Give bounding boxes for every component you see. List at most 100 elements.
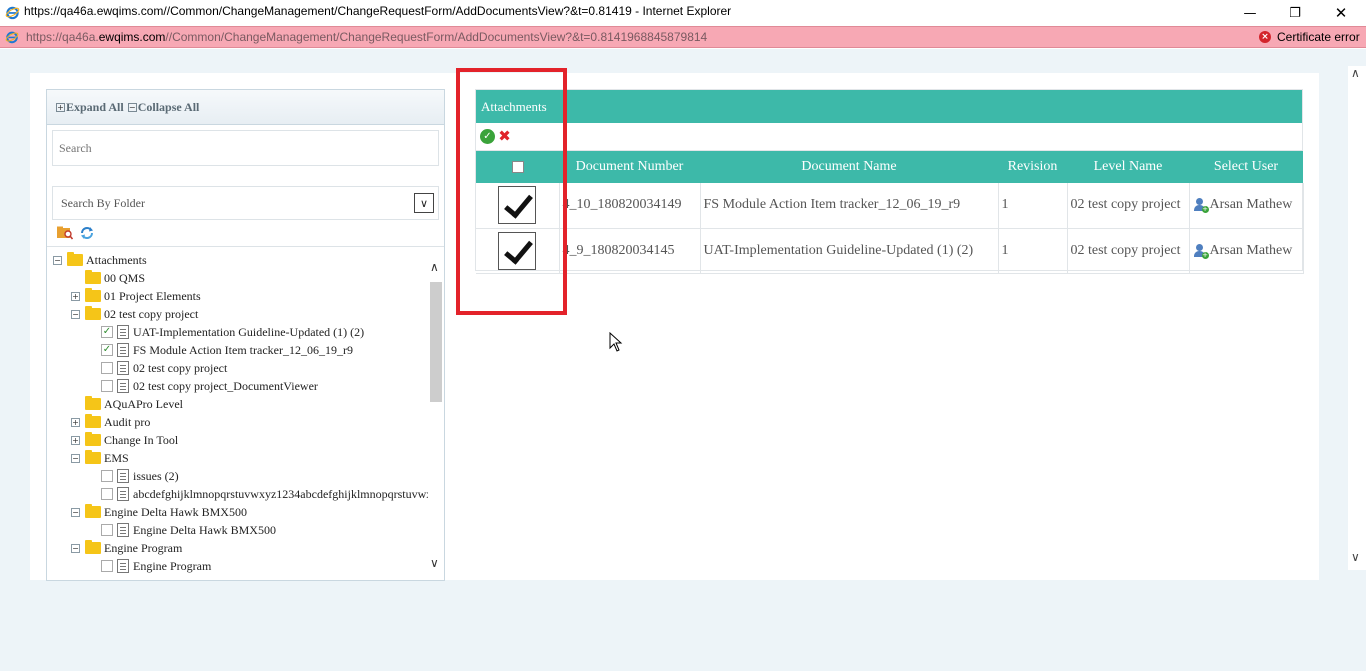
collapse-all-link[interactable]: Collapse All: [138, 100, 200, 115]
address-url[interactable]: https://qa46a.ewqims.com//Common/ChangeM…: [26, 30, 707, 44]
tree-item[interactable]: 00 QMS: [53, 269, 428, 287]
chevron-down-icon[interactable]: ∨: [414, 193, 434, 213]
row-checkbox[interactable]: [498, 231, 537, 270]
collapse-all-icon[interactable]: −: [127, 102, 137, 112]
tree-item[interactable]: abcdefghijklmnopqrstuvwxyz1234abcdefghij…: [53, 485, 428, 503]
search-input[interactable]: [52, 130, 439, 166]
user-selector[interactable]: + Arsan Mathew: [1193, 243, 1303, 259]
remove-icon[interactable]: ✖: [497, 129, 512, 144]
scroll-down-icon[interactable]: ∨: [430, 556, 439, 570]
column-header-select-user[interactable]: Select User: [1189, 151, 1303, 183]
collapse-node-icon[interactable]: −: [53, 255, 62, 265]
expand-all-link[interactable]: Expand All: [66, 100, 124, 115]
tree-item-checkbox[interactable]: ✓: [101, 344, 113, 356]
tree-item-checkbox[interactable]: [101, 362, 113, 374]
level-name-cell: 02 test copy project: [1067, 183, 1190, 229]
tree-item-checkbox[interactable]: [101, 380, 113, 392]
user-selector[interactable]: + Arsan Mathew: [1193, 197, 1303, 214]
tree-item[interactable]: + Change In Tool: [53, 431, 428, 449]
minimize-button[interactable]: —: [1227, 0, 1273, 26]
tree-item[interactable]: − 02 test copy project: [53, 305, 428, 323]
page-scrollbar[interactable]: ∧ ∨: [1348, 66, 1366, 570]
tree-item[interactable]: AQuAPro Level: [53, 395, 428, 413]
select-user-cell[interactable]: + Arsan Mathew: [1189, 183, 1304, 229]
tree-item[interactable]: − EMS: [53, 449, 428, 467]
refresh-icon[interactable]: [79, 226, 95, 240]
document-number-cell: 4_10_180820034149: [559, 183, 701, 229]
folder-icon: [85, 432, 101, 446]
window-title-bar: https://qa46a.ewqims.com//Common/ChangeM…: [0, 0, 1366, 26]
collapse-node-icon[interactable]: −: [71, 453, 80, 463]
column-header-document-name[interactable]: Document Name: [700, 151, 998, 183]
scroll-up-icon[interactable]: ∧: [430, 260, 439, 274]
tree-item[interactable]: − Engine Delta Hawk BMX500: [53, 503, 428, 521]
document-name-cell: FS Module Action Item tracker_12_06_19_r…: [700, 183, 999, 229]
add-user-icon[interactable]: +: [1193, 243, 1209, 259]
column-header-level-name[interactable]: Level Name: [1067, 151, 1189, 183]
tree-item-checkbox[interactable]: [101, 560, 113, 572]
select-user-cell[interactable]: + Arsan Mathew: [1189, 228, 1304, 274]
grid-toolbar: ✓ ✖: [476, 123, 1302, 151]
tree-item[interactable]: 02 test copy project: [53, 359, 428, 377]
close-window-button[interactable]: ✕: [1318, 0, 1364, 26]
scroll-up-icon[interactable]: ∧: [1351, 66, 1360, 80]
tree-item-label: Attachments: [86, 252, 147, 267]
tree-item[interactable]: +01 Project Elements: [53, 287, 428, 305]
row-checkbox[interactable]: [498, 186, 537, 225]
tree-item[interactable]: − Engine Program: [53, 539, 428, 557]
folder-icon: [67, 252, 83, 266]
column-header-revision[interactable]: Revision: [998, 151, 1067, 183]
search-by-folder-select[interactable]: Search By Folder ∨: [52, 186, 439, 220]
certificate-error-button[interactable]: × Certificate error: [1259, 30, 1360, 44]
tree-item[interactable]: Engine Program: [53, 557, 428, 575]
tree-scrollbar[interactable]: ∧ ∨: [428, 260, 444, 576]
folder-select-value: Search By Folder: [61, 195, 145, 210]
approve-icon[interactable]: ✓: [480, 129, 495, 144]
column-header-document-number[interactable]: Document Number: [559, 151, 700, 183]
scroll-down-icon[interactable]: ∨: [1351, 550, 1360, 564]
folder-icon: [85, 288, 101, 302]
collapse-node-icon[interactable]: −: [71, 507, 80, 517]
tree-item-label: Engine Delta Hawk BMX500: [104, 504, 247, 519]
tree-item-checkbox[interactable]: [101, 524, 113, 536]
table-row[interactable]: 4_9_180820034145 UAT-Implementation Guid…: [476, 228, 1304, 274]
select-all-checkbox[interactable]: [511, 160, 524, 173]
tree-item-label: issues (2): [133, 468, 179, 483]
table-row[interactable]: 4_10_180820034149 FS Module Action Item …: [476, 183, 1304, 229]
tree-item-checkbox[interactable]: [101, 488, 113, 500]
tree-item-checkbox[interactable]: [101, 470, 113, 482]
expand-node-icon[interactable]: +: [71, 291, 80, 301]
add-user-icon[interactable]: +: [1193, 197, 1209, 214]
tree-scroll-thumb[interactable]: [430, 282, 442, 402]
expand-node-icon[interactable]: +: [71, 417, 80, 427]
collapse-node-icon[interactable]: −: [71, 543, 80, 553]
tree-item-label: Change In Tool: [104, 432, 179, 447]
tree-item-label: 00 QMS: [104, 270, 146, 285]
tree-item[interactable]: 02 test copy project_DocumentViewer: [53, 377, 428, 395]
tree-item-label: 02 test copy project: [133, 360, 228, 375]
tree-item[interactable]: issues (2): [53, 467, 428, 485]
address-bar[interactable]: https://qa46a.ewqims.com//Common/ChangeM…: [0, 26, 1366, 48]
document-name-cell: UAT-Implementation Guideline-Updated (1)…: [700, 228, 999, 274]
document-icon: [117, 379, 129, 393]
tree-item-label: abcdefghijklmnopqrstuvwxyz1234abcdefghij…: [133, 486, 428, 501]
tree-item[interactable]: + Audit pro: [53, 413, 428, 431]
tree-item[interactable]: Engine Delta Hawk BMX500: [53, 521, 428, 539]
tree-item-checkbox[interactable]: ✓: [101, 326, 113, 338]
tree-header: + Expand All − Collapse All: [47, 90, 444, 125]
tree-item[interactable]: ✓ FS Module Action Item tracker_12_06_19_…: [53, 341, 428, 359]
collapse-node-icon[interactable]: −: [71, 309, 80, 319]
folder-search-icon[interactable]: [57, 226, 73, 240]
expand-all-icon[interactable]: +: [56, 102, 65, 112]
row-select-cell: [476, 183, 560, 229]
tree-item[interactable]: − Attachments: [53, 251, 428, 269]
expand-node-icon[interactable]: +: [71, 435, 80, 445]
tree-item[interactable]: ✓ UAT-Implementation Guideline-Updated (1…: [53, 323, 428, 341]
restore-button[interactable]: ❐: [1272, 0, 1318, 26]
